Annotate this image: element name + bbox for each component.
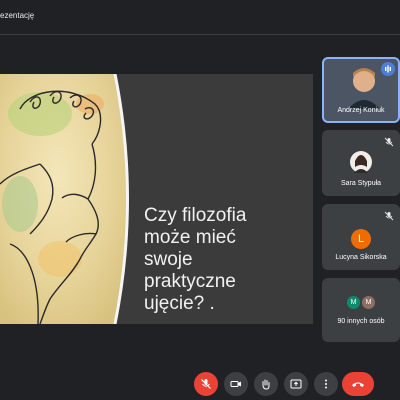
- participant-name: Andrzej Koniuk: [337, 107, 385, 114]
- more-options-button[interactable]: [314, 372, 338, 396]
- avatar: M: [347, 296, 360, 309]
- participant-video: [344, 63, 384, 109]
- presentation-stage: Czy filozofia może mieć swoje praktyczne…: [0, 74, 313, 324]
- slide-title: Czy filozofia może mieć swoje praktyczne…: [144, 205, 247, 314]
- participant-name: Sara Stypuła: [340, 180, 382, 187]
- avatar: [350, 151, 372, 173]
- participant-name: Lucyna Sikorska: [335, 254, 387, 261]
- participant-tile-lucyna[interactable]: L Lucyna Sikorska: [322, 204, 400, 270]
- present-icon: [290, 379, 302, 389]
- camera-toggle-button[interactable]: [224, 372, 248, 396]
- top-bar: ezentację: [0, 0, 400, 35]
- camera-icon: [230, 381, 241, 387]
- present-button[interactable]: [284, 372, 308, 396]
- raise-hand-icon: [262, 379, 270, 390]
- raise-hand-button[interactable]: [254, 372, 278, 396]
- more-icon: [325, 379, 327, 389]
- participant-tile-others[interactable]: M M 90 innych osób: [322, 278, 400, 342]
- call-controls: [0, 372, 400, 398]
- participant-tile-andrzej[interactable]: Andrzej Koniuk: [322, 57, 400, 123]
- mic-off-icon: [384, 137, 394, 147]
- speaking-icon: [381, 62, 395, 76]
- leave-call-button[interactable]: [342, 372, 374, 396]
- hangup-icon: [352, 382, 364, 387]
- presentation-label: ezentację: [0, 11, 35, 20]
- avatar: M: [362, 296, 375, 309]
- avatar: L: [351, 229, 371, 249]
- participant-name: 90 innych osób: [337, 318, 385, 325]
- mic-off-icon: [384, 211, 394, 221]
- mic-off-icon: [201, 379, 211, 389]
- participant-tile-sara[interactable]: Sara Stypuła: [322, 130, 400, 196]
- mic-toggle-button[interactable]: [194, 372, 218, 396]
- sculpture-artwork: [0, 74, 129, 324]
